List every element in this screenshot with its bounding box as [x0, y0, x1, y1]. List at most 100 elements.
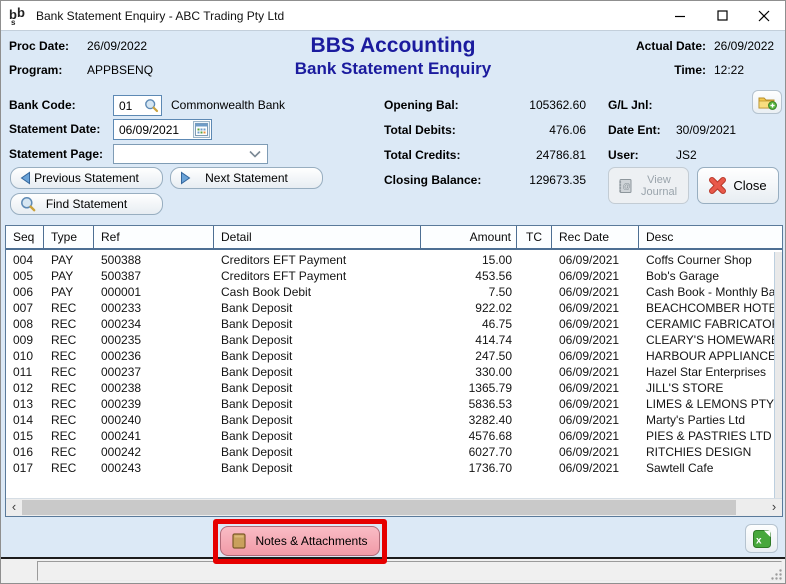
table-row[interactable]: 006 PAY 000001 Cash Book Debit 7.50 06/0…	[6, 284, 774, 300]
cell-desc: BEACHCOMBER HOTEL	[646, 301, 774, 315]
statement-date-field[interactable]: 06/09/2021	[113, 119, 212, 140]
col-header-desc[interactable]: Desc	[639, 226, 774, 248]
cell-desc: Bob's Garage	[646, 269, 720, 283]
cell-recdate: 06/09/2021	[559, 413, 620, 427]
cell-type: PAY	[51, 269, 74, 283]
scroll-right-arrow-icon[interactable]: ›	[766, 499, 782, 516]
table-row[interactable]: 005 PAY 500387 Creditors EFT Payment 453…	[6, 268, 774, 284]
table-row[interactable]: 009 REC 000235 Bank Deposit 414.74 06/09…	[6, 332, 774, 348]
cell-tc	[517, 316, 552, 332]
maximize-button[interactable]	[701, 1, 743, 30]
close-window-button[interactable]	[743, 1, 785, 30]
svg-text:x: x	[756, 535, 762, 546]
cell-seq: 009	[13, 333, 34, 347]
cell-detail: Cash Book Debit	[221, 285, 312, 299]
find-statement-label: Find Statement	[45, 197, 128, 211]
notes-attachments-button[interactable]: Notes & Attachments	[220, 526, 380, 556]
cell-seq: 013	[13, 397, 34, 411]
resize-grip[interactable]	[769, 567, 783, 581]
cell-recdate: 06/09/2021	[559, 333, 620, 347]
table-row[interactable]: 017 REC 000243 Bank Deposit 1736.70 06/0…	[6, 460, 774, 476]
calendar-icon[interactable]	[193, 121, 210, 138]
table-row[interactable]: 004 PAY 500388 Creditors EFT Payment 15.…	[6, 252, 774, 268]
col-header-tc[interactable]: TC	[517, 226, 552, 248]
cell-amount: 453.56	[475, 269, 512, 283]
cell-amount: 922.02	[475, 301, 512, 315]
close-button[interactable]: Close	[697, 167, 779, 204]
cell-detail: Bank Deposit	[221, 349, 293, 363]
cell-amount: 247.50	[475, 349, 512, 363]
col-header-seq[interactable]: Seq	[6, 226, 44, 248]
total-credits-value: 24786.81	[535, 148, 586, 162]
app-icon[interactable]: b b s	[8, 5, 30, 27]
cell-detail: Bank Deposit	[221, 461, 293, 475]
table-row[interactable]: 010 REC 000236 Bank Deposit 247.50 06/09…	[6, 348, 774, 364]
cell-amount: 3282.40	[468, 413, 512, 427]
bank-code-lookup-icon[interactable]	[144, 98, 159, 113]
col-header-detail[interactable]: Detail	[214, 226, 421, 248]
table-row[interactable]: 007 REC 000233 Bank Deposit 922.02 06/09…	[6, 300, 774, 316]
col-header-amount[interactable]: Amount	[421, 226, 517, 248]
cell-tc	[517, 460, 552, 476]
horizontal-scrollbar-thumb[interactable]	[22, 500, 736, 515]
cell-detail: Bank Deposit	[221, 365, 293, 379]
statement-page-select[interactable]	[113, 144, 268, 164]
statement-date-label: Statement Date:	[9, 122, 101, 136]
statement-table: Seq Type Ref Detail Amount TC Rec Date D…	[5, 225, 783, 517]
cell-tc	[517, 364, 552, 380]
program-label: Program:	[9, 63, 63, 77]
proc-date-value: 26/09/2022	[87, 39, 148, 53]
cell-ref: 500388	[101, 253, 142, 267]
cell-type: REC	[51, 429, 77, 443]
bank-code-field[interactable]: 01	[113, 95, 162, 116]
cell-ref: 000237	[101, 365, 142, 379]
cell-desc: CLEARY'S HOMEWARES	[646, 333, 774, 347]
table-row[interactable]: 012 REC 000238 Bank Deposit 1365.79 06/0…	[6, 380, 774, 396]
col-header-ref[interactable]: Ref	[94, 226, 214, 248]
cell-detail: Creditors EFT Payment	[221, 269, 347, 283]
cell-ref: 000235	[101, 333, 142, 347]
svg-text:b: b	[17, 6, 25, 20]
notepad-icon	[232, 533, 247, 549]
arrow-right-icon	[181, 171, 191, 185]
previous-statement-button[interactable]: Previous Statement	[10, 167, 163, 189]
vertical-scrollbar[interactable]	[774, 252, 782, 498]
cell-detail: Bank Deposit	[221, 301, 293, 315]
horizontal-scrollbar[interactable]: ‹ ›	[6, 498, 782, 516]
scroll-left-arrow-icon[interactable]: ‹	[6, 499, 22, 516]
cell-desc: RITCHIES DESIGN	[646, 445, 752, 459]
excel-icon: x	[752, 529, 771, 548]
export-excel-button[interactable]: x	[745, 524, 778, 553]
table-row[interactable]: 015 REC 000241 Bank Deposit 4576.68 06/0…	[6, 428, 774, 444]
bank-name: Commonwealth Bank	[171, 98, 286, 112]
time-label: Time:	[674, 63, 706, 77]
cell-detail: Bank Deposit	[221, 413, 293, 427]
find-statement-button[interactable]: Find Statement	[10, 193, 163, 215]
col-header-type[interactable]: Type	[44, 226, 94, 248]
cell-seq: 012	[13, 381, 34, 395]
statement-table-body: 004 PAY 500388 Creditors EFT Payment 15.…	[6, 252, 774, 498]
table-row[interactable]: 016 REC 000242 Bank Deposit 6027.70 06/0…	[6, 444, 774, 460]
table-row[interactable]: 011 REC 000237 Bank Deposit 330.00 06/09…	[6, 364, 774, 380]
cell-seq: 007	[13, 301, 34, 315]
date-ent-label: Date Ent:	[608, 123, 661, 137]
title-bar[interactable]: b b s Bank Statement Enquiry - ABC Tradi…	[1, 1, 785, 31]
opening-bal-value: 105362.60	[529, 98, 586, 112]
cell-type: REC	[51, 381, 77, 395]
next-statement-button[interactable]: Next Statement	[170, 167, 323, 189]
close-label: Close	[733, 178, 767, 193]
gl-journal-attach-button[interactable]	[752, 90, 782, 114]
col-header-recdate[interactable]: Rec Date	[552, 226, 639, 248]
cell-ref: 000233	[101, 301, 142, 315]
view-journal-button[interactable]: @ View Journal	[608, 167, 689, 204]
cell-seq: 011	[13, 365, 33, 379]
cell-amount: 414.74	[475, 333, 512, 347]
cell-ref: 000001	[101, 285, 142, 299]
minimize-button[interactable]	[659, 1, 701, 30]
table-row[interactable]: 008 REC 000234 Bank Deposit 46.75 06/09/…	[6, 316, 774, 332]
cell-type: REC	[51, 301, 77, 315]
cell-detail: Creditors EFT Payment	[221, 253, 347, 267]
table-row[interactable]: 013 REC 000239 Bank Deposit 5836.53 06/0…	[6, 396, 774, 412]
opening-bal-label: Opening Bal:	[384, 98, 459, 112]
table-row[interactable]: 014 REC 000240 Bank Deposit 3282.40 06/0…	[6, 412, 774, 428]
